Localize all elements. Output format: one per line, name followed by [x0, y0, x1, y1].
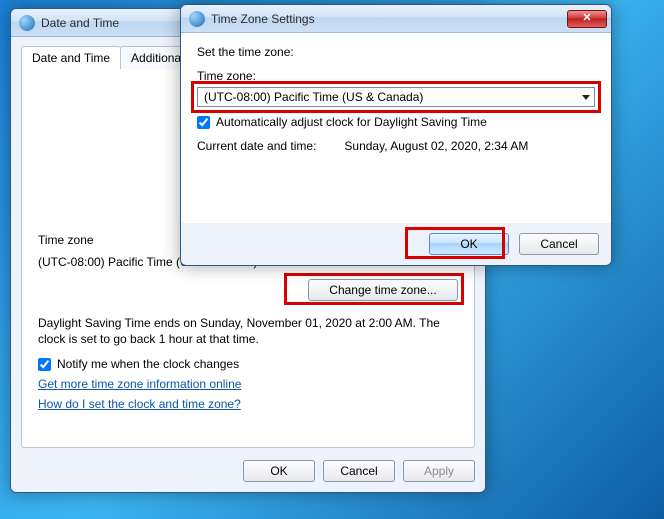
link-more-tz-info[interactable]: Get more time zone information online	[38, 377, 458, 391]
dt-apply-button[interactable]: Apply	[403, 460, 475, 482]
dst-info-text: Daylight Saving Time ends on Sunday, Nov…	[38, 315, 458, 347]
current-datetime-label: Current date and time:	[197, 139, 316, 153]
notify-checkbox[interactable]	[38, 358, 51, 371]
auto-dst-row[interactable]: Automatically adjust clock for Daylight …	[197, 115, 595, 129]
tz-titlebar[interactable]: Time Zone Settings ✕	[181, 5, 611, 33]
dt-cancel-button[interactable]: Cancel	[323, 460, 395, 482]
tab-date-and-time[interactable]: Date and Time	[21, 46, 121, 69]
current-datetime-value: Sunday, August 02, 2020, 2:34 AM	[344, 139, 528, 153]
auto-dst-label: Automatically adjust clock for Daylight …	[216, 115, 487, 129]
notify-label: Notify me when the clock changes	[57, 357, 239, 371]
chevron-down-icon	[582, 95, 590, 100]
tz-title: Time Zone Settings	[211, 12, 567, 26]
timezone-dropdown[interactable]: (UTC-08:00) Pacific Time (US & Canada)	[197, 87, 595, 107]
timezone-dropdown-value: (UTC-08:00) Pacific Time (US & Canada)	[204, 90, 423, 104]
change-time-zone-button[interactable]: Change time zone...	[308, 279, 458, 301]
notify-clock-changes-row[interactable]: Notify me when the clock changes	[38, 357, 458, 371]
close-button[interactable]: ✕	[567, 10, 607, 28]
clock-icon	[19, 15, 35, 31]
tz-ok-button[interactable]: OK	[429, 233, 509, 255]
tz-cancel-button[interactable]: Cancel	[519, 233, 599, 255]
dt-ok-button[interactable]: OK	[243, 460, 315, 482]
auto-dst-checkbox[interactable]	[197, 116, 210, 129]
time-zone-settings-window: Time Zone Settings ✕ Set the time zone: …	[180, 4, 612, 266]
link-help-set-clock[interactable]: How do I set the clock and time zone?	[38, 397, 458, 411]
set-tz-label: Set the time zone:	[197, 45, 595, 59]
globe-icon	[189, 11, 205, 27]
tz-field-label: Time zone:	[197, 69, 595, 83]
tz-body: Set the time zone: Time zone: (UTC-08:00…	[181, 33, 611, 223]
